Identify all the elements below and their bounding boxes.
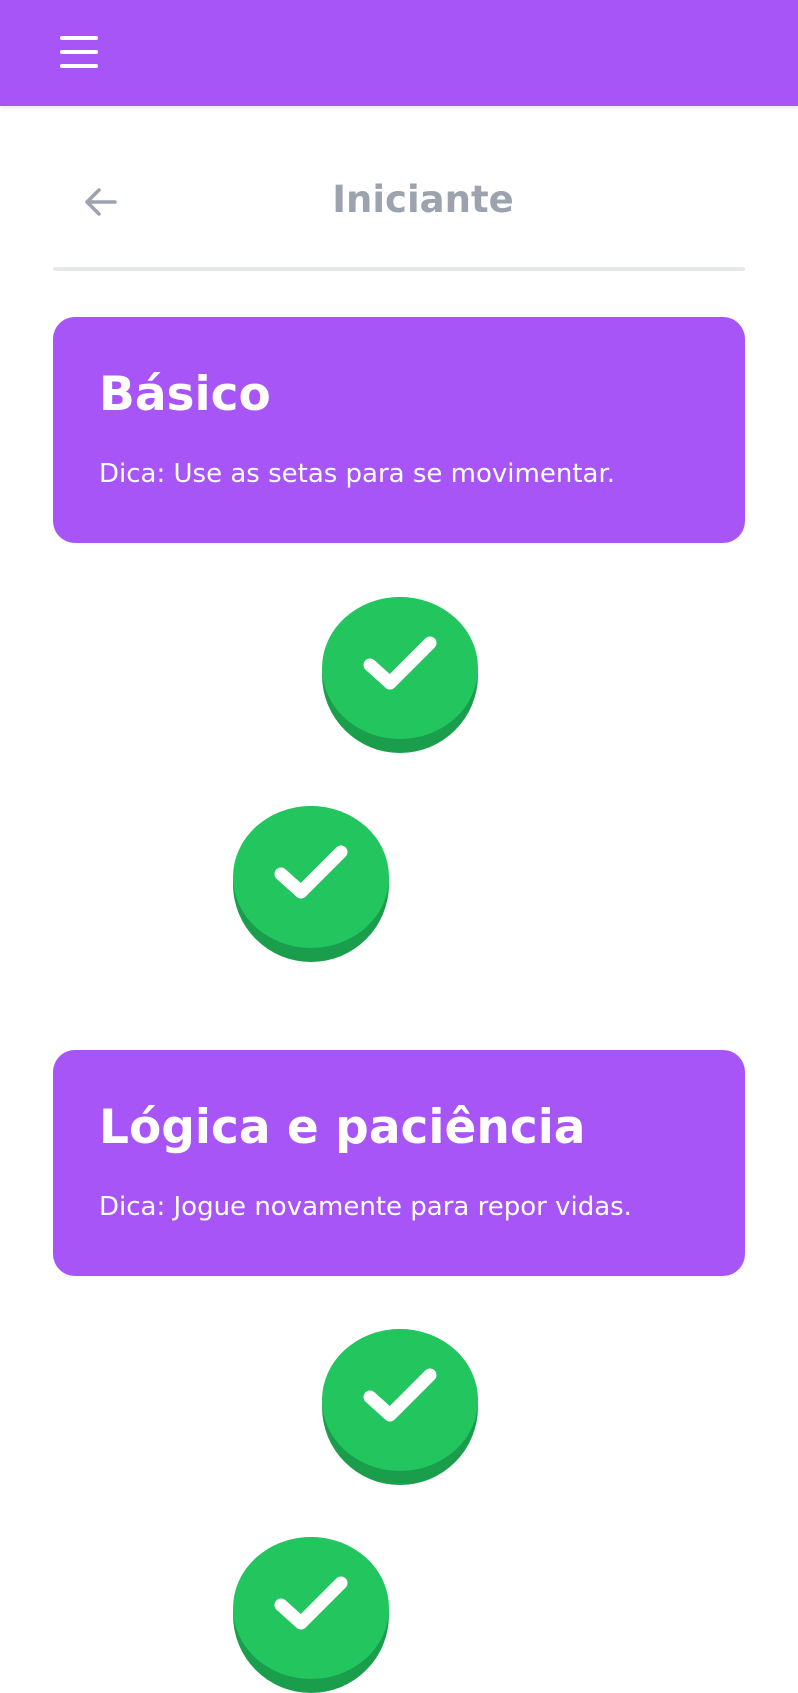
lesson-node-completed[interactable] [233, 1537, 389, 1693]
lesson-node-completed[interactable] [233, 806, 389, 962]
checkmark-icon [274, 845, 348, 899]
section-tip: Dica: Use as setas para se movimentar. [99, 459, 616, 489]
lesson-node-face [233, 1537, 389, 1679]
lesson-node-completed[interactable] [322, 1329, 478, 1485]
menu-line [60, 36, 98, 40]
page-title: Iniciante [332, 178, 514, 221]
lesson-node-face [233, 806, 389, 948]
hamburger-menu-icon[interactable] [56, 32, 102, 72]
section-title: Lógica e paciência [99, 1100, 586, 1155]
section-tip: Dica: Jogue novamente para repor vidas. [99, 1192, 632, 1222]
lesson-node-completed[interactable] [322, 597, 478, 753]
checkmark-icon [274, 1576, 348, 1630]
menu-line [60, 64, 98, 68]
menu-line [60, 50, 98, 54]
section-card-logica-e-paciencia: Lógica e paciência Dica: Jogue novamente… [53, 1050, 745, 1276]
top-app-bar [0, 0, 798, 106]
checkmark-icon [363, 636, 437, 690]
lesson-node-face [322, 597, 478, 739]
section-card-basico: Básico Dica: Use as setas para se movime… [53, 317, 745, 543]
header-divider [53, 267, 745, 271]
section-title: Básico [99, 367, 271, 422]
lesson-node-face [322, 1329, 478, 1471]
checkmark-icon [363, 1368, 437, 1422]
unit-header: Iniciante [53, 160, 745, 240]
